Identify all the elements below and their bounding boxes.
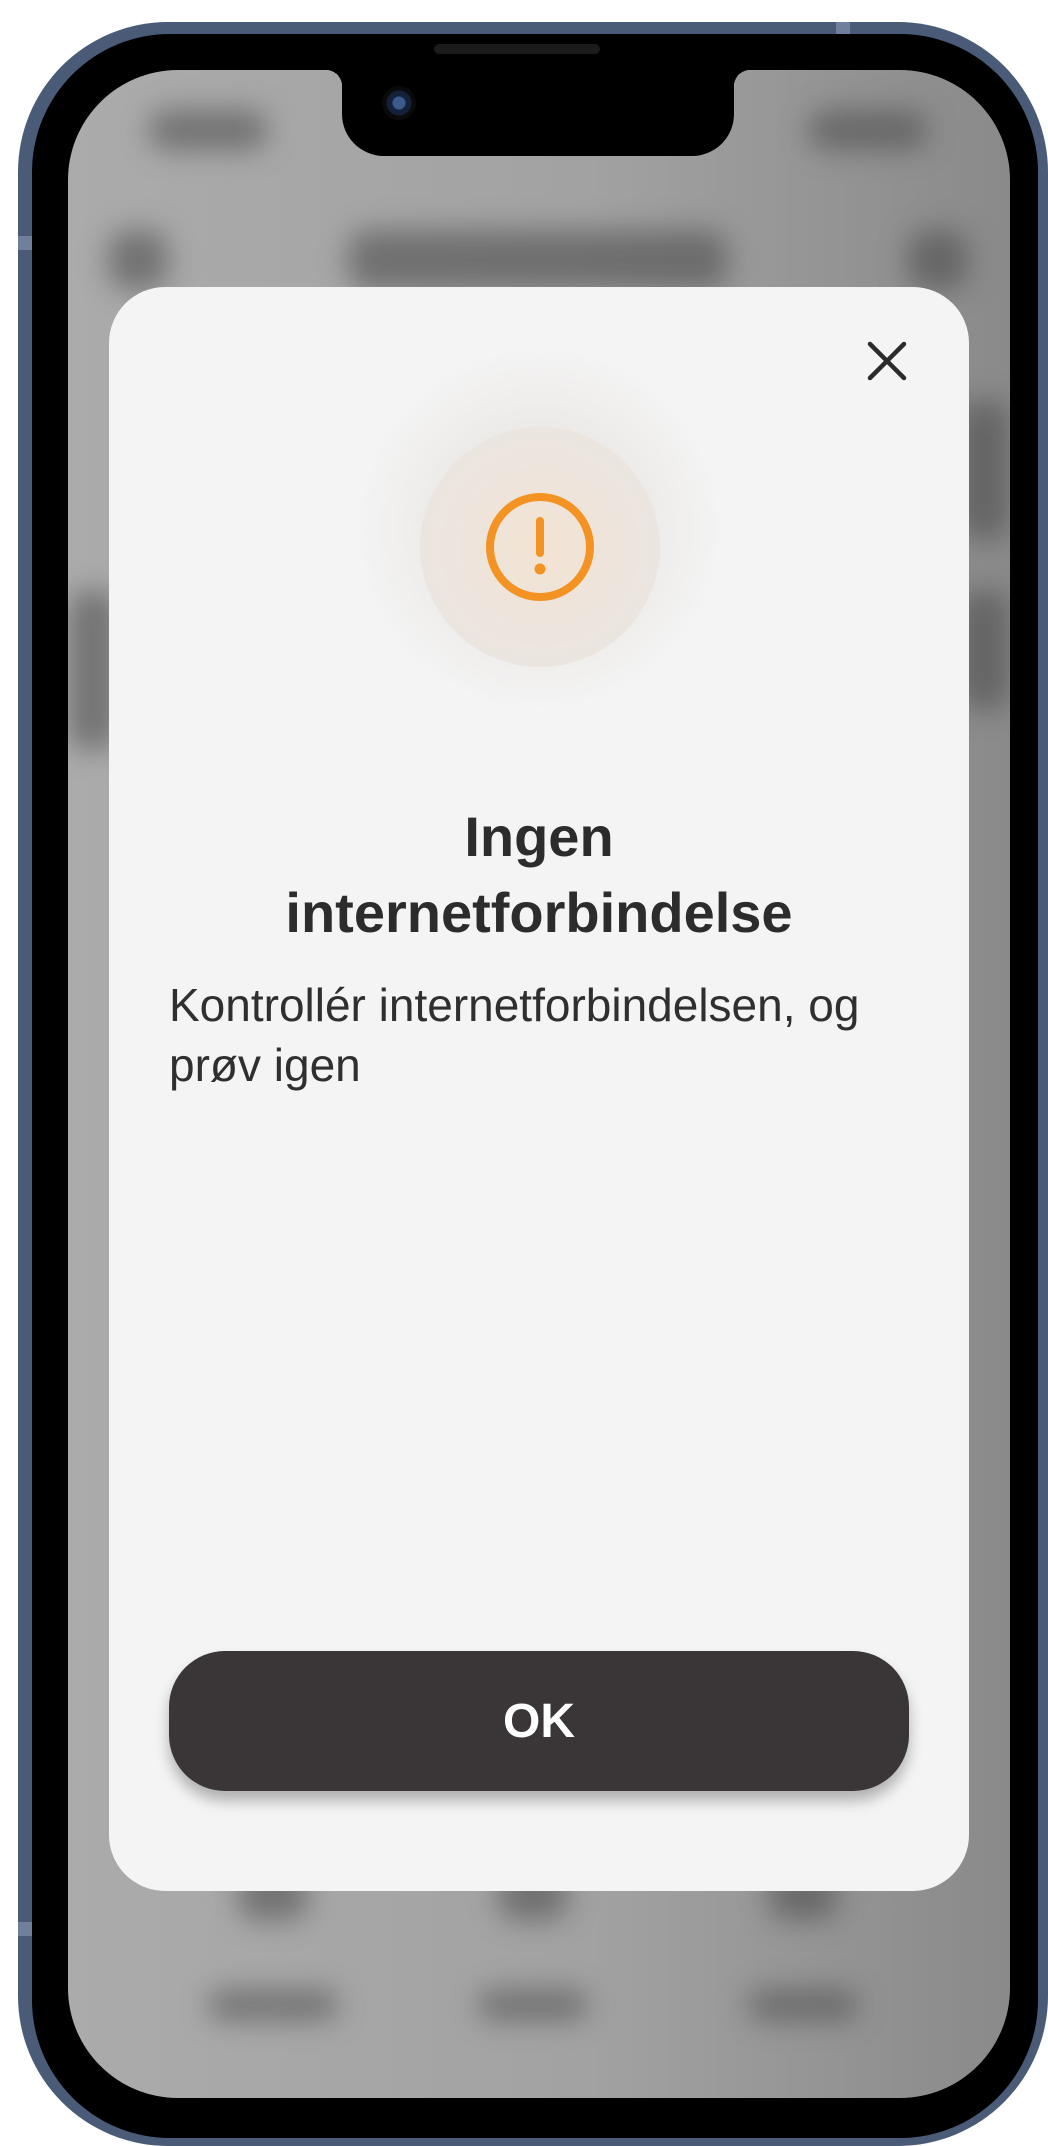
front-camera [382, 86, 416, 120]
exclamation-circle-icon [486, 493, 594, 601]
dialog-title-line: internetforbindelse [285, 881, 793, 944]
alert-icon-badge [420, 427, 660, 667]
dialog-message-line: prøv igen [169, 1039, 361, 1091]
ok-button[interactable]: OK [169, 1651, 909, 1791]
dialog-title-line: Ingen [464, 805, 614, 868]
close-icon [867, 341, 907, 381]
dialog-title: Ingen internetforbindelse [169, 799, 909, 951]
no-connection-dialog: Ingen internetforbindelse Kontrollér int… [109, 287, 969, 1891]
side-button [18, 236, 32, 250]
side-button [18, 1922, 32, 1936]
speaker-grille [434, 44, 600, 54]
dialog-message: Kontrollér internetforbindelsen, og prøv… [169, 975, 929, 1095]
device-screenshot: Ingen internetforbindelse Kontrollér int… [0, 0, 1048, 2146]
close-button[interactable] [857, 331, 917, 391]
dialog-message-line: Kontrollér internetforbindelsen, og [169, 979, 860, 1031]
ok-button-label: OK [503, 1694, 575, 1748]
